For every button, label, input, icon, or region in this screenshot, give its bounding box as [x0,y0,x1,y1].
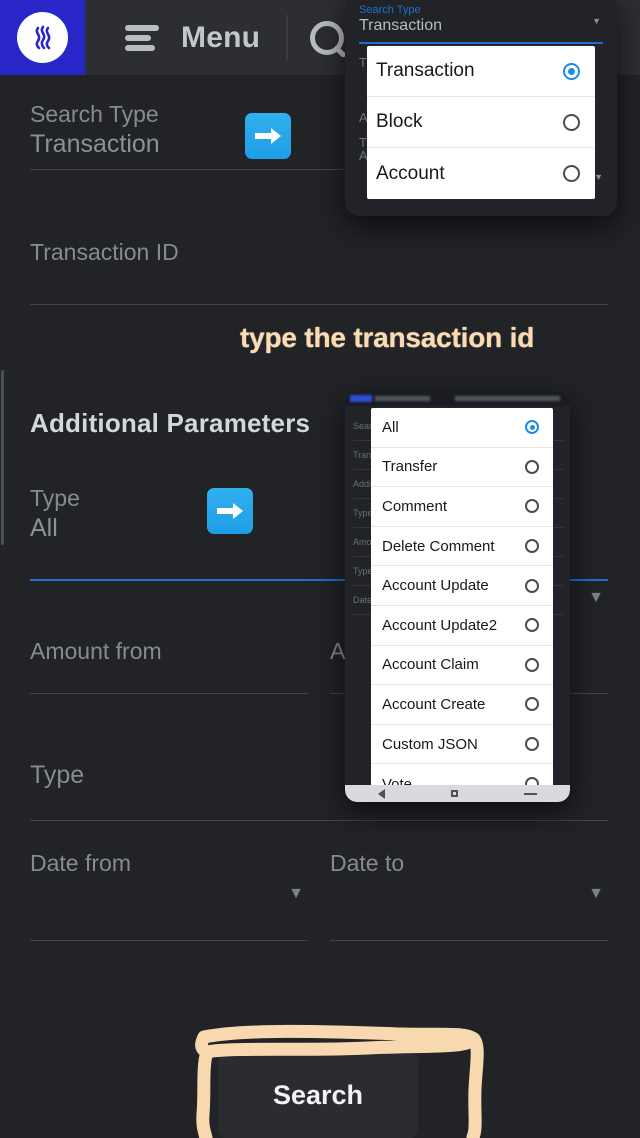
radio-icon[interactable] [525,737,539,752]
option-comment[interactable]: Comment [371,487,553,527]
field-underline [30,940,308,941]
radio-selected-icon[interactable] [563,62,580,80]
annotation-transaction-id: type the transaction id [240,322,535,353]
field-underline [30,820,608,821]
radio-icon[interactable] [525,499,539,514]
radio-icon[interactable] [525,618,539,633]
type-option-list[interactable]: All Transfer Comment Delete Comment Acco… [371,408,553,802]
hamburger-menu-icon[interactable] [125,24,159,51]
overlay-field-search-type[interactable]: Search Type Transaction ▼ [345,0,617,44]
right-arrow-emoji [245,113,291,159]
chevron-down-icon[interactable]: ▼ [588,590,604,606]
status-badge [350,395,372,402]
steem-logo-icon [17,12,68,63]
amount-from-label: Amount from [30,638,162,664]
hamburger-bar [125,24,159,31]
recents-button-icon[interactable] [524,792,537,795]
option-label: All [382,418,399,436]
header-divider [286,14,289,61]
right-arrow-emoji [207,488,253,534]
field-transaction-id[interactable]: Transaction ID [30,239,608,305]
radio-icon[interactable] [525,697,539,712]
menu-label[interactable]: Menu [181,21,260,55]
field-date-to[interactable]: Date to ▼ [330,850,608,941]
radio-icon[interactable] [525,459,539,474]
option-label: Transaction [376,60,475,81]
field-underline [330,940,608,941]
option-label: Account Update2 [382,616,498,634]
radio-icon[interactable] [525,539,539,554]
option-label: Custom JSON [382,735,478,753]
option-label: Account Claim [382,656,479,674]
transaction-id-label: Transaction ID [30,239,179,265]
radio-icon[interactable] [525,578,539,593]
chevron-down-icon[interactable]: ▼ [594,172,603,182]
radio-icon[interactable] [563,165,580,182]
option-custom-json[interactable]: Custom JSON [371,725,553,765]
option-block[interactable]: Block [367,97,595,148]
option-all[interactable]: All [371,408,553,448]
option-label: Account [376,162,445,184]
option-account-claim[interactable]: Account Claim [371,646,553,686]
date-to-label: Date to [330,850,405,876]
android-nav-bar [345,785,570,802]
option-label: Delete Comment [382,537,495,555]
steem-logo-tile[interactable] [0,0,85,75]
app-root: Menu Search Type Transaction Transaction… [0,0,640,1138]
option-label: Comment [382,497,448,515]
hamburger-bar [125,34,151,41]
overlay-search-type-label: Search Type [359,4,421,16]
option-delete-comment[interactable]: Delete Comment [371,527,553,567]
overlay-search-type-dropdown: Search Type Transaction ▼ Transaction ID… [345,0,617,216]
home-button-icon[interactable] [451,790,458,797]
option-label: Block [376,111,423,132]
field-date-from[interactable]: Date from ▼ [30,850,308,941]
date-from-label: Date from [30,850,131,876]
option-account-update2[interactable]: Account Update2 [371,606,553,646]
radio-icon[interactable] [525,657,539,672]
section-title-additional-parameters: Additional Parameters [30,408,311,438]
hamburger-bar [125,44,155,51]
option-transaction[interactable]: Transaction [367,46,595,97]
overlay-status-bar [345,392,570,406]
overlay-field-underline [359,42,603,44]
option-account-update[interactable]: Account Update [371,566,553,606]
status-text [375,396,430,401]
search-button[interactable]: Search [218,1053,418,1138]
field-amount-from[interactable]: Amount from [30,638,308,694]
field-underline [30,304,608,305]
scroll-indicator[interactable] [1,370,4,545]
search-type-option-list[interactable]: Transaction Block Account [367,46,595,199]
overlay-search-type-value: Transaction [359,17,442,34]
search-icon[interactable] [310,20,345,55]
chevron-down-icon[interactable]: ▼ [588,886,604,902]
option-label: Account Create [382,695,486,713]
chevron-down-icon[interactable]: ▼ [592,16,601,26]
radio-selected-icon[interactable] [525,420,539,435]
chevron-down-icon[interactable]: ▼ [288,886,304,902]
overlay-type-dropdown: Search Type Transaction ID Additional Pa… [345,392,570,802]
option-label: Transfer [382,458,438,476]
option-transfer[interactable]: Transfer [371,448,553,488]
back-button-icon[interactable] [378,788,385,799]
radio-icon[interactable] [563,113,580,131]
option-account[interactable]: Account [367,148,595,199]
option-account-create[interactable]: Account Create [371,685,553,725]
option-label: Account Update [382,577,489,595]
status-text [455,396,560,401]
field-underline [30,693,308,694]
